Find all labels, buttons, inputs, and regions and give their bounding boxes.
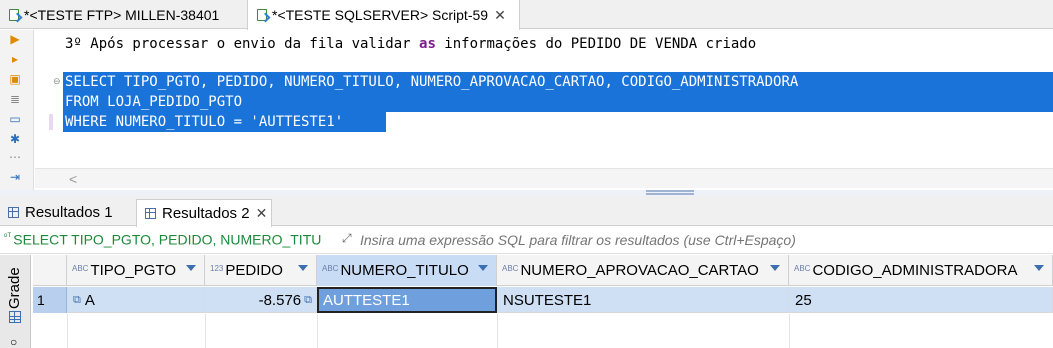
cell-pedido[interactable]: -8.576 ⧉ (205, 287, 317, 313)
editor-tab-label: *<TESTE SQLSERVER> Script-59 (272, 7, 489, 23)
filter-input[interactable] (360, 232, 1040, 248)
column-type-badge: ABC (794, 264, 811, 273)
filter-bar: ᵒᵀ SELECT TIPO_PGTO, PEDIDO, NUMERO_TITU … (0, 227, 1053, 254)
query-type-icon: ᵒᵀ (4, 231, 12, 241)
more-icon[interactable]: ⋯ (8, 150, 22, 164)
row-number[interactable]: 1 (33, 287, 67, 313)
tab-resultados-1[interactable]: Resultados 1 (0, 199, 132, 226)
sort-icon[interactable] (1034, 265, 1044, 271)
comment-line: 3º Após processar o envio da fila valida… (65, 36, 757, 52)
column-divider (205, 314, 206, 348)
line-marker (49, 114, 53, 130)
sql-editor[interactable]: 3º Após processar o envio da fila valida… (35, 30, 1053, 190)
column-header[interactable]: ABC CODIGO_ADMINISTRADORA (789, 255, 1053, 286)
cell-numero-aprovacao-cartao[interactable]: NSUTESTE1 (497, 287, 789, 313)
execute-script-icon[interactable]: ▸ (8, 52, 22, 66)
results-grid: ABC TIPO_PGTO 123 PEDIDO ABC NUMERO_TITU… (33, 255, 1053, 348)
settings-icon[interactable]: ✱ (8, 132, 22, 146)
side-panel-tabs: Grade ○ (0, 255, 31, 348)
column-divider (317, 314, 318, 348)
link-icon[interactable]: ⧉ (304, 294, 312, 307)
column-header[interactable]: ABC NUMERO_TITULO (317, 255, 497, 286)
grid-view-icon[interactable] (9, 311, 21, 323)
cell-codigo-administradora[interactable]: 25 (789, 287, 1053, 313)
terminal-icon[interactable]: ▭ (8, 112, 22, 126)
close-icon[interactable]: ✕ (494, 7, 506, 24)
editor-tab-teste-ftp[interactable]: *<TESTE FTP> MILLEN-38401 (0, 0, 247, 29)
column-header-label: PEDIDO (225, 262, 283, 279)
sort-icon[interactable] (186, 265, 196, 271)
sql-script-icon (8, 8, 23, 22)
column-type-badge: ABC (502, 264, 519, 273)
results-tab-bar: Resultados 1 Resultados 2 ✕ (0, 196, 1053, 227)
column-header-label: NUMERO_APROVACAO_CARTAO (520, 262, 759, 279)
query-text: ᵒᵀ SELECT TIPO_PGTO, PEDIDO, NUMERO_TITU (4, 231, 322, 248)
table-row[interactable]: 1 ⧉ A -8.576 ⧉ AUTTESTE1 NSUTESTE1 25 (33, 287, 1053, 313)
results-tab-label: Resultados 2 (162, 205, 250, 222)
sql-line-from: FROM LOJA_PEDIDO_PGTO (65, 94, 243, 110)
fold-icon[interactable]: ⊖ (53, 76, 61, 87)
sql-line-select: SELECT TIPO_PGTO, PEDIDO, NUMERO_TITULO,… (65, 74, 799, 90)
horizontal-scrollbar[interactable]: < (35, 168, 1053, 188)
sql-script-icon (256, 8, 271, 23)
expand-icon[interactable]: ⤢ (342, 231, 352, 246)
text-view-icon[interactable]: ○ (10, 335, 17, 348)
splitter-grip[interactable] (646, 190, 694, 195)
execute-icon[interactable]: ▶ (8, 32, 22, 46)
link-icon[interactable]: ⧉ (73, 294, 81, 307)
sort-icon[interactable] (298, 265, 308, 271)
editor-tab-script-59[interactable]: *<TESTE SQLSERVER> Script-59 ✕ (247, 0, 520, 30)
column-divider (789, 314, 790, 348)
grid-icon (145, 208, 156, 219)
column-header[interactable]: ABC NUMERO_APROVACAO_CARTAO (497, 255, 789, 286)
editor-tab-label: *<TESTE FTP> MILLEN-38401 (24, 6, 220, 23)
column-header[interactable]: 123 PEDIDO (205, 255, 317, 286)
cell-numero-titulo[interactable]: AUTTESTE1 (317, 287, 497, 313)
column-type-badge: ABC (72, 264, 89, 273)
row-number-header (33, 255, 67, 286)
results-tab-label: Resultados 1 (25, 204, 113, 221)
grid-icon (8, 207, 19, 218)
column-type-badge: 123 (210, 264, 224, 273)
column-type-badge: ABC (322, 264, 339, 273)
column-header-label: CODIGO_ADMINISTRADORA (812, 262, 1018, 279)
sql-line-where: WHERE NUMERO_TITULO = 'AUTTESTE1' (65, 114, 344, 130)
close-icon[interactable]: ✕ (256, 205, 268, 222)
editor-side-toolbar: ▶ ▸ ▣ ≣ ▭ ✱ ⋯ ⇥ (0, 30, 34, 190)
column-header[interactable]: ABC TIPO_PGTO (67, 255, 205, 286)
editor-tab-bar: *<TESTE FTP> MILLEN-38401 *<TESTE SQLSER… (0, 0, 1053, 30)
execute-new-tab-icon[interactable]: ▣ (8, 72, 22, 86)
export-icon[interactable]: ⇥ (8, 170, 22, 184)
sort-icon[interactable] (770, 265, 780, 271)
sort-icon[interactable] (478, 265, 488, 271)
column-header-label: NUMERO_TITULO (340, 262, 469, 279)
column-divider (67, 314, 68, 348)
cell-tipo-pgto[interactable]: ⧉ A (67, 287, 205, 313)
grade-tab[interactable]: Grade (6, 267, 23, 309)
grid-header-row: ABC TIPO_PGTO 123 PEDIDO ABC NUMERO_TITU… (33, 255, 1053, 286)
empty-grid-area (33, 314, 1053, 348)
column-header-label: TIPO_PGTO (90, 262, 177, 279)
column-divider (497, 314, 498, 348)
scroll-left-icon[interactable]: < (69, 171, 77, 187)
tab-resultados-2[interactable]: Resultados 2 ✕ (136, 199, 272, 227)
explain-plan-icon[interactable]: ≣ (8, 92, 22, 106)
